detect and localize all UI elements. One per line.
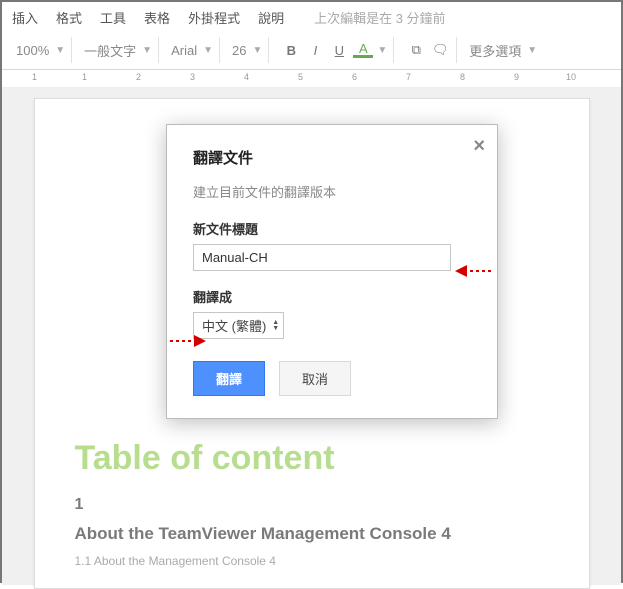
new-title-input[interactable] xyxy=(193,244,451,271)
close-button[interactable]: × xyxy=(473,135,485,158)
translate-button[interactable]: 翻譯 xyxy=(193,361,265,396)
translate-to-label: 翻譯成 xyxy=(193,287,471,306)
spinner-icon: ▲▼ xyxy=(272,320,279,332)
translate-dialog: × 翻譯文件 建立目前文件的翻譯版本 新文件標題 翻譯成 中文 (繁體) ▲▼ … xyxy=(166,124,498,419)
language-select[interactable]: 中文 (繁體) ▲▼ xyxy=(193,312,284,339)
language-value: 中文 (繁體) xyxy=(202,316,266,335)
dialog-title: 翻譯文件 xyxy=(193,147,471,168)
cancel-button[interactable]: 取消 xyxy=(279,361,351,396)
new-title-label: 新文件標題 xyxy=(193,219,471,238)
dialog-description: 建立目前文件的翻譯版本 xyxy=(193,182,471,201)
modal-overlay: × 翻譯文件 建立目前文件的翻譯版本 新文件標題 翻譯成 中文 (繁體) ▲▼ … xyxy=(2,2,621,581)
